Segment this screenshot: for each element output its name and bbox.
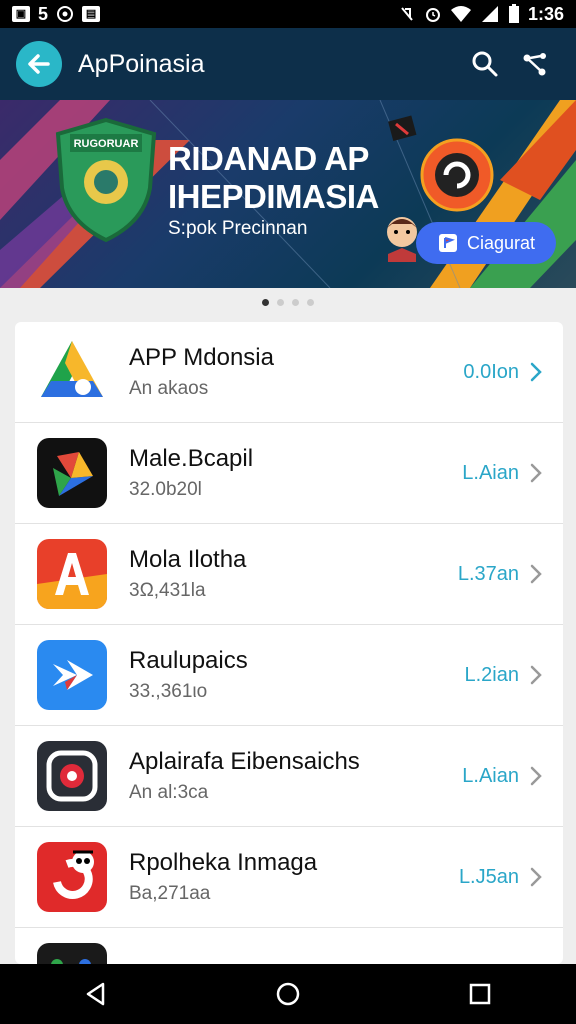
carousel-dot[interactable] (292, 298, 299, 306)
banner-title: RIDANAD AP IHEPDIMASIA (168, 140, 379, 216)
triangle-back-icon (86, 982, 105, 1006)
flag-icon (438, 234, 457, 252)
banner-cta-label: Ciagurat (466, 232, 536, 253)
list-item-text: Male.Bcapil 32.0b20l (129, 445, 462, 501)
search-button[interactable] (460, 39, 510, 89)
signal-icon (481, 6, 498, 22)
list-item[interactable]: Raulupaics 33.,361ιο L.2ian (15, 625, 563, 726)
letter-a-icon (37, 539, 107, 609)
home-nav-button[interactable] (258, 964, 318, 1024)
square-recents-icon (469, 983, 491, 1005)
app-list: APP Mdonsia An akaos 0.0Ion Male.Bcapil 32.0… (15, 322, 563, 964)
carousel-dot[interactable] (262, 298, 269, 306)
app-size: 0.0Ion (463, 360, 519, 383)
carousel-dot[interactable] (307, 298, 314, 306)
share-icon (523, 53, 546, 76)
list-item-text: Raulupaics 33.,361ιο (129, 647, 465, 703)
chevron-right-icon[interactable] (529, 765, 543, 787)
list-item[interactable]: Rpolheka Inmaga Ba,271aa L.J5an (15, 827, 563, 928)
page-title: ApPoinasia (78, 49, 205, 78)
list-item[interactable]: Male.Bcapil 32.0b20l L.Aian (15, 423, 563, 524)
list-item-text: Aplairafa Eibensaichs An al:3ca (129, 748, 462, 804)
list-item[interactable]: Mola Ilotha 3Ω,431la L.37an (15, 524, 563, 625)
notification-count: 5 (38, 3, 49, 24)
banner-cta-button[interactable]: Ciagurat (416, 222, 556, 264)
character-mascot-icon (37, 842, 107, 912)
partial-app-icon (37, 943, 107, 964)
chat-badge-icon (420, 138, 494, 212)
list-item-text: Mola Ilotha 3Ω,431la (129, 546, 458, 602)
chevron-right-icon[interactable] (529, 664, 543, 686)
notification-icon: ▣ (12, 6, 30, 22)
circle-home-icon (276, 982, 300, 1006)
chevron-right-icon[interactable] (529, 563, 543, 585)
arrow-play-icon (37, 640, 107, 710)
tool-icon (388, 115, 417, 141)
app-subtitle: 32.0b20l (129, 479, 202, 500)
arrow-left-icon (28, 54, 50, 74)
navigation-bar (0, 964, 576, 1024)
list-item[interactable]: APP Mdonsia An akaos 0.0Ion (15, 322, 563, 423)
chevron-right-icon[interactable] (529, 361, 543, 383)
camera-record-icon (37, 741, 107, 811)
app-size: L.J5an (458, 865, 519, 888)
app-name: Male.Bcapil (129, 445, 254, 472)
app-bar: ApPoinasia (0, 28, 576, 100)
wifi-icon (450, 6, 471, 22)
app-subtitle: Ba,271aa (129, 883, 211, 904)
list-item-text: Rpolheka Inmaga Ba,271aa (129, 849, 459, 905)
search-icon (472, 51, 498, 77)
app-name: Mola Ilotha (129, 546, 247, 573)
app-subtitle: 33.,361ιο (129, 681, 208, 702)
app-subtitle: An akaos (129, 378, 209, 399)
battery-icon (508, 4, 519, 23)
app-size: L.Aian (462, 764, 519, 787)
status-bar: ▣ 5 ▤ 1:36 (0, 0, 576, 28)
app-name: Raulupaics (129, 647, 248, 674)
whatsapp-icon (57, 6, 74, 22)
mute-icon (401, 7, 413, 21)
chevron-right-icon[interactable] (529, 866, 543, 888)
app-name: Aplairafa Eibensaichs (129, 748, 360, 775)
back-button[interactable] (16, 41, 62, 87)
app-name: APP Mdonsia (129, 344, 274, 371)
alarm-icon (425, 8, 440, 22)
app-subtitle: 3Ω,431la (129, 580, 206, 601)
back-nav-button[interactable] (66, 964, 126, 1024)
gallery-icon: ▤ (82, 6, 101, 22)
banner-title-line2: IHEPDIMASIA (168, 178, 379, 215)
app-size: L.37an (457, 562, 519, 585)
app-size: L.2ian (464, 663, 520, 686)
share-button[interactable] (510, 39, 560, 89)
shield-badge-text: RUGORUAR (73, 138, 139, 150)
drive-triangle-icon (37, 438, 107, 508)
banner-subtitle: S:pok Precinnan (168, 218, 308, 239)
app-name: Rpolheka Inmaga (129, 849, 318, 876)
list-item-text: APP Mdonsia An akaos (129, 344, 463, 400)
app-subtitle: An al:3ca (129, 782, 209, 803)
list-item[interactable]: Aplairafa Eibensaichs An al:3ca L.Aian (15, 726, 563, 827)
carousel-dot[interactable] (277, 298, 284, 306)
chevron-right-icon[interactable] (529, 462, 543, 484)
banner-title-line1: RIDANAD AP (168, 140, 369, 177)
app-size: L.Aian (462, 461, 519, 484)
carousel-indicator (0, 294, 576, 310)
google-drive-style-icon (37, 337, 107, 407)
clock: 1:36 (527, 3, 564, 24)
recents-nav-button[interactable] (450, 964, 510, 1024)
shield-badge-icon (55, 118, 157, 242)
list-item[interactable]: Gplolar Harnui (15, 928, 563, 964)
